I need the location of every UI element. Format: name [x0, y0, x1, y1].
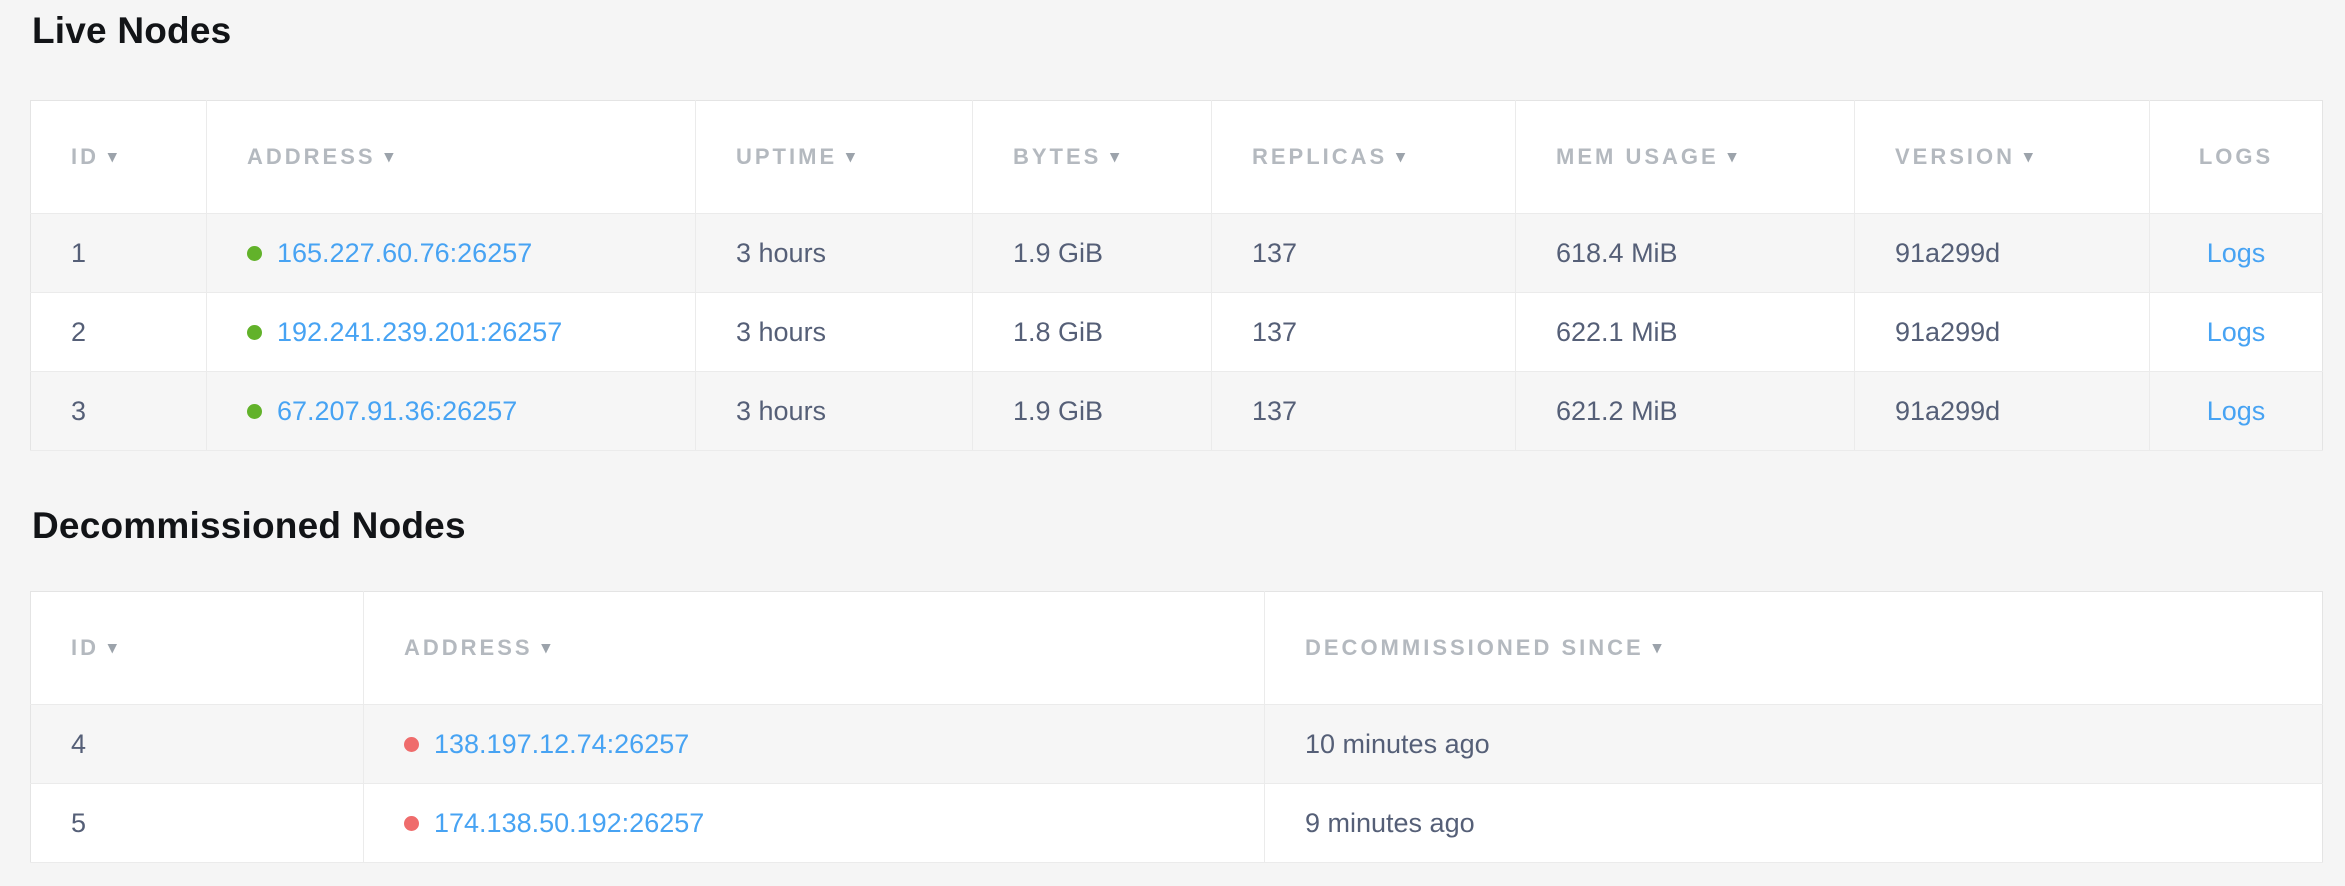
column-header-label: ID — [71, 635, 99, 660]
live-status-dot-icon — [247, 246, 262, 261]
decommissioned-status-dot-icon — [404, 737, 419, 752]
sort-arrow-icon: ▾ — [2024, 147, 2036, 166]
live-status-dot-icon — [247, 325, 262, 340]
column-header-address[interactable]: ADDRESS ▾ — [207, 101, 696, 214]
cell-version: 91a299d — [1855, 372, 2150, 451]
table-row: 2 192.241.239.201:26257 3 hours 1.8 GiB … — [31, 293, 2323, 372]
cell-bytes: 1.9 GiB — [973, 214, 1212, 293]
decommissioned-nodes-title: Decommissioned Nodes — [32, 503, 2322, 549]
cell-logs: Logs — [2150, 293, 2323, 372]
column-header-label: ID — [71, 144, 99, 169]
sort-arrow-icon: ▾ — [108, 638, 120, 657]
logs-link[interactable]: Logs — [2207, 396, 2266, 426]
cell-logs: Logs — [2150, 372, 2323, 451]
cell-address: 165.227.60.76:26257 — [207, 214, 696, 293]
column-header-logs: LOGS — [2150, 101, 2323, 214]
sort-arrow-icon: ▾ — [385, 147, 397, 166]
column-header-address[interactable]: ADDRESS ▾ — [364, 592, 1265, 705]
column-header-id[interactable]: ID ▾ — [31, 101, 207, 214]
cell-bytes: 1.9 GiB — [973, 372, 1212, 451]
live-nodes-title: Live Nodes — [32, 8, 2322, 54]
node-address-link[interactable]: 192.241.239.201:26257 — [277, 317, 562, 347]
sort-arrow-icon: ▾ — [1396, 147, 1408, 166]
logs-link[interactable]: Logs — [2207, 317, 2266, 347]
cell-address: 192.241.239.201:26257 — [207, 293, 696, 372]
node-address-link[interactable]: 67.207.91.36:26257 — [277, 396, 517, 426]
cell-replicas: 137 — [1212, 372, 1516, 451]
sort-arrow-icon: ▾ — [108, 147, 120, 166]
node-address-link[interactable]: 138.197.12.74:26257 — [434, 729, 689, 759]
column-header-decommissioned-since[interactable]: DECOMMISSIONED SINCE ▾ — [1265, 592, 2323, 705]
cell-uptime: 3 hours — [696, 372, 973, 451]
node-address-link[interactable]: 174.138.50.192:26257 — [434, 808, 704, 838]
cell-decommissioned-since: 9 minutes ago — [1265, 784, 2323, 863]
column-header-label: REPLICAS — [1252, 144, 1387, 169]
nodes-page: Live Nodes ID ▾ ADDRESS ▾ UPTIME ▾ BYTES ▾ R… — [0, 0, 2345, 863]
cell-decommissioned-since: 10 minutes ago — [1265, 705, 2323, 784]
sort-arrow-icon: ▾ — [542, 638, 554, 657]
cell-logs: Logs — [2150, 214, 2323, 293]
column-header-uptime[interactable]: UPTIME ▾ — [696, 101, 973, 214]
table-row: 1 165.227.60.76:26257 3 hours 1.9 GiB 13… — [31, 214, 2323, 293]
cell-version: 91a299d — [1855, 214, 2150, 293]
cell-node-id: 1 — [31, 214, 207, 293]
cell-node-id: 2 — [31, 293, 207, 372]
table-row: 5 174.138.50.192:26257 9 minutes ago — [31, 784, 2323, 863]
cell-mem-usage: 618.4 MiB — [1516, 214, 1855, 293]
column-header-label: BYTES — [1013, 144, 1101, 169]
cell-bytes: 1.8 GiB — [973, 293, 1212, 372]
column-header-label: UPTIME — [736, 144, 837, 169]
column-header-label: ADDRESS — [404, 635, 533, 660]
cell-uptime: 3 hours — [696, 293, 973, 372]
cell-address: 67.207.91.36:26257 — [207, 372, 696, 451]
table-row: 3 67.207.91.36:26257 3 hours 1.9 GiB 137… — [31, 372, 2323, 451]
table-row: 4 138.197.12.74:26257 10 minutes ago — [31, 705, 2323, 784]
cell-address: 174.138.50.192:26257 — [364, 784, 1265, 863]
cell-node-id: 5 — [31, 784, 364, 863]
column-header-label: ADDRESS — [247, 144, 376, 169]
cell-uptime: 3 hours — [696, 214, 973, 293]
column-header-label: DECOMMISSIONED SINCE — [1305, 635, 1644, 660]
cell-replicas: 137 — [1212, 293, 1516, 372]
cell-replicas: 137 — [1212, 214, 1516, 293]
live-status-dot-icon — [247, 404, 262, 419]
cell-node-id: 4 — [31, 705, 364, 784]
cell-address: 138.197.12.74:26257 — [364, 705, 1265, 784]
live-nodes-table: ID ▾ ADDRESS ▾ UPTIME ▾ BYTES ▾ REPLICAS ▾ ME… — [30, 100, 2323, 451]
column-header-label: VERSION — [1895, 144, 2015, 169]
sort-arrow-icon: ▾ — [1728, 147, 1740, 166]
logs-link[interactable]: Logs — [2207, 238, 2266, 268]
column-header-version[interactable]: VERSION ▾ — [1855, 101, 2150, 214]
decommissioned-status-dot-icon — [404, 816, 419, 831]
cell-mem-usage: 622.1 MiB — [1516, 293, 1855, 372]
sort-arrow-icon: ▾ — [1653, 638, 1665, 657]
cell-mem-usage: 621.2 MiB — [1516, 372, 1855, 451]
sort-arrow-icon: ▾ — [846, 147, 858, 166]
column-header-label: LOGS — [2199, 144, 2273, 169]
live-nodes-header-row: ID ▾ ADDRESS ▾ UPTIME ▾ BYTES ▾ REPLICAS ▾ ME… — [31, 101, 2323, 214]
decommissioned-header-row: ID ▾ ADDRESS ▾ DECOMMISSIONED SINCE ▾ — [31, 592, 2323, 705]
column-header-label: MEM USAGE — [1556, 144, 1719, 169]
decommissioned-nodes-table: ID ▾ ADDRESS ▾ DECOMMISSIONED SINCE ▾ 4 138… — [30, 591, 2323, 863]
sort-arrow-icon: ▾ — [1110, 147, 1122, 166]
cell-node-id: 3 — [31, 372, 207, 451]
column-header-id[interactable]: ID ▾ — [31, 592, 364, 705]
column-header-replicas[interactable]: REPLICAS ▾ — [1212, 101, 1516, 214]
column-header-bytes[interactable]: BYTES ▾ — [973, 101, 1212, 214]
node-address-link[interactable]: 165.227.60.76:26257 — [277, 238, 532, 268]
cell-version: 91a299d — [1855, 293, 2150, 372]
column-header-mem-usage[interactable]: MEM USAGE ▾ — [1516, 101, 1855, 214]
